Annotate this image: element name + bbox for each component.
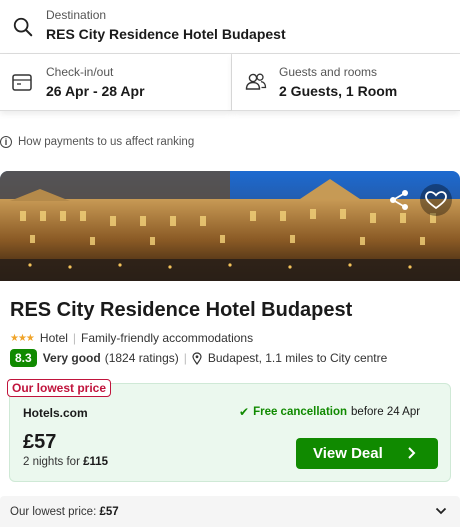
- payments-ranking-text: How payments to us affect ranking: [18, 136, 195, 148]
- divider: |: [183, 351, 187, 365]
- guests-rooms-field[interactable]: Guests and rooms 2 Guests, 1 Room: [232, 54, 460, 111]
- dates-label: Check-in/out: [46, 65, 114, 79]
- lowest-price-badge: Our lowest price: [7, 379, 112, 397]
- hotel-type: Hotel: [39, 331, 68, 345]
- ratings-count: (1824 ratings): [104, 351, 179, 365]
- heart-icon: [425, 191, 447, 210]
- rating-location-row: 8.3 Very good (1824 ratings) | Budapest,…: [10, 349, 387, 367]
- hotel-tag: Family-friendly accommodations: [81, 331, 254, 345]
- lowest-price-bar[interactable]: Our lowest price: £57: [0, 496, 460, 527]
- divider: |: [72, 331, 77, 345]
- hotel-name[interactable]: RES City Residence Hotel Budapest: [10, 299, 352, 322]
- destination-field[interactable]: Destination RES City Residence Hotel Bud…: [0, 0, 460, 54]
- view-deal-button[interactable]: View Deal: [296, 438, 438, 469]
- calendar-icon: [12, 74, 32, 91]
- destination-value: RES City Residence Hotel Budapest: [46, 26, 286, 42]
- checkin-checkout-field[interactable]: Check-in/out 26 Apr - 28 Apr: [0, 54, 232, 111]
- total-price: £115: [83, 456, 109, 468]
- hotel-location: Budapest, 1.1 miles to City centre: [207, 351, 388, 365]
- destination-label: Destination: [46, 8, 107, 22]
- nights-text: 2 nights for: [23, 456, 80, 468]
- info-icon: i: [0, 136, 12, 148]
- nights-total: 2 nights for £115: [23, 456, 108, 468]
- star-rating: ★★★: [10, 332, 35, 344]
- chevron-down-icon: [435, 507, 447, 515]
- chevron-right-icon: [408, 447, 416, 459]
- hotel-meta-row: ★★★ Hotel | Family-friendly accommodatio…: [10, 331, 253, 345]
- free-cancellation: ✔ Free cancellation before 24 Apr: [239, 405, 420, 419]
- lowest-price-summary: Our lowest price: £57: [10, 506, 119, 518]
- free-cancellation-label: Free cancellation: [253, 406, 348, 418]
- rating-score-badge: 8.3: [10, 349, 37, 367]
- view-deal-label: View Deal: [313, 445, 383, 462]
- lowest-price-value: £57: [99, 506, 119, 518]
- lowest-price-label: Our lowest price:: [10, 506, 97, 518]
- deal-provider: Hotels.com: [23, 406, 88, 420]
- deal-price: £57: [23, 431, 57, 453]
- location-pin-icon: [192, 351, 202, 365]
- rating-word: Very good: [42, 351, 101, 365]
- share-icon[interactable]: [384, 185, 414, 215]
- guests-value: 2 Guests, 1 Room: [279, 83, 398, 99]
- guests-label: Guests and rooms: [279, 65, 378, 79]
- cancellation-deadline: before 24 Apr: [351, 406, 421, 418]
- favorite-button[interactable]: [420, 184, 452, 216]
- search-icon: [13, 17, 33, 37]
- guests-icon: [245, 73, 267, 90]
- check-icon: ✔: [239, 405, 250, 419]
- payments-ranking-link[interactable]: i How payments to us affect ranking: [0, 136, 194, 148]
- dates-value: 26 Apr - 28 Apr: [46, 83, 145, 99]
